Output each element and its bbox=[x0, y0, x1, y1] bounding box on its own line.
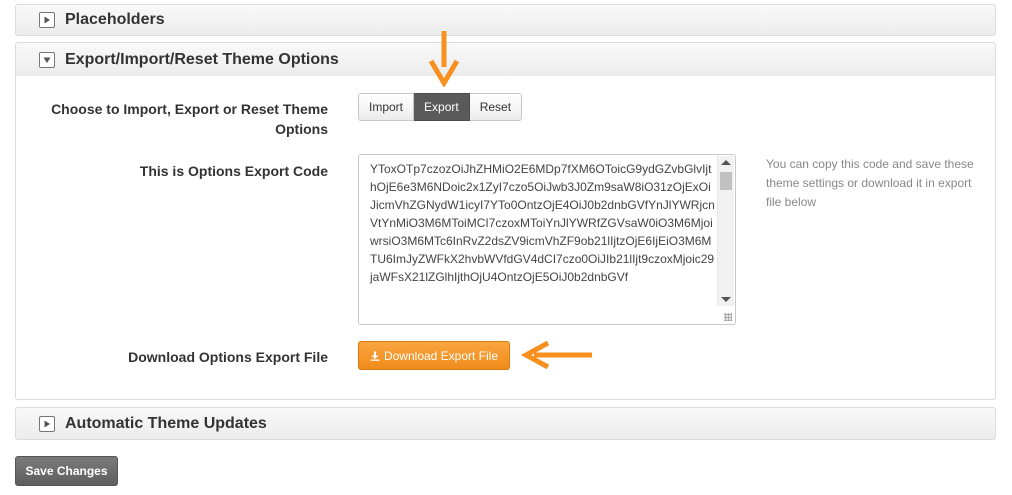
section-header-auto-updates[interactable]: Automatic Theme Updates bbox=[15, 407, 996, 440]
expand-toggle-icon[interactable] bbox=[39, 415, 55, 432]
orange-arrow-left-icon bbox=[520, 340, 592, 370]
section-header-placeholders[interactable]: Placeholders bbox=[15, 4, 996, 36]
orange-arrow-down-icon bbox=[428, 31, 460, 87]
scroll-down-icon[interactable] bbox=[721, 297, 731, 302]
export-button[interactable]: Export bbox=[414, 93, 470, 121]
action-segmented-control: Import Export Reset bbox=[358, 93, 523, 121]
scroll-up-icon[interactable] bbox=[721, 160, 731, 165]
download-icon bbox=[370, 351, 380, 361]
export-code-help-text: You can copy this code and save these th… bbox=[766, 157, 974, 209]
collapse-toggle-icon[interactable] bbox=[39, 51, 55, 68]
expand-toggle-icon[interactable] bbox=[39, 12, 55, 28]
scroll-thumb[interactable] bbox=[720, 172, 732, 190]
export-code-label: This is Options Export Code bbox=[139, 163, 328, 179]
export-code-textarea[interactable]: YToxOTp7czozOiJhZHMiO2E6MDp7fXM6OToicG9y… bbox=[358, 154, 736, 325]
choose-action-label: Choose to Import, Export or Reset Theme … bbox=[51, 101, 328, 137]
save-changes-button[interactable]: Save Changes bbox=[15, 456, 118, 486]
import-button[interactable]: Import bbox=[358, 93, 415, 121]
section-title: Placeholders bbox=[65, 11, 165, 28]
section-title: Export/Import/Reset Theme Options bbox=[65, 50, 339, 68]
download-export-file-button[interactable]: Download Export File bbox=[358, 341, 510, 370]
section-title: Automatic Theme Updates bbox=[65, 414, 267, 432]
export-code-value: YToxOTp7czozOiJhZHMiO2E6MDp7fXM6OToicG9y… bbox=[370, 162, 715, 284]
section-header-export-import[interactable]: Export/Import/Reset Theme Options bbox=[15, 42, 996, 77]
resize-grip-icon[interactable] bbox=[724, 313, 732, 321]
download-button-label: Download Export File bbox=[383, 348, 499, 363]
download-label: Download Options Export File bbox=[128, 349, 328, 365]
textarea-scrollbar[interactable] bbox=[717, 156, 734, 306]
reset-button[interactable]: Reset bbox=[469, 93, 523, 121]
